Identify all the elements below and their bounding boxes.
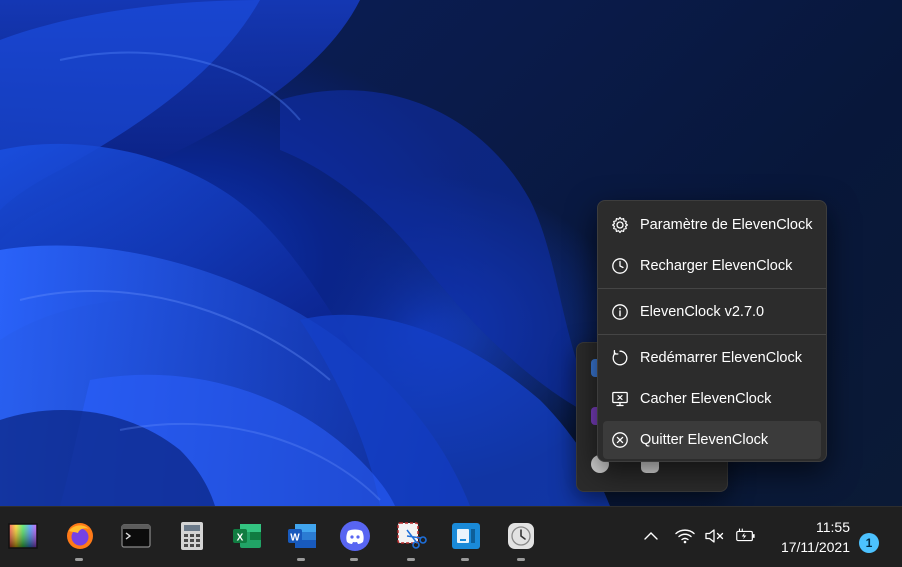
close-circle-icon	[610, 430, 630, 450]
svg-text:X: X	[237, 533, 244, 544]
wifi-icon[interactable]	[674, 525, 696, 547]
word-icon[interactable]: W	[283, 517, 321, 555]
taskbar: X W 11:55 17/11/2021 1	[0, 506, 902, 567]
clock-date: 17/11/2021	[780, 539, 850, 555]
firefox-icon[interactable]	[61, 517, 99, 555]
menu-separator	[598, 334, 826, 335]
discord-icon[interactable]	[336, 517, 374, 555]
menu-item-label: ElevenClock v2.7.0	[640, 304, 765, 320]
menu-item-label: Paramètre de ElevenClock	[640, 217, 813, 233]
mute-icon[interactable]	[704, 525, 726, 547]
desktop-wallpaper: Paramètre de ElevenClock Recharger Eleve…	[0, 0, 902, 506]
notification-badge[interactable]: 1	[859, 533, 879, 553]
hide-screen-icon	[610, 389, 630, 409]
elevenclock-context-menu: Paramètre de ElevenClock Recharger Eleve…	[597, 200, 827, 462]
menu-item-label: Quitter ElevenClock	[640, 432, 769, 448]
menu-item-label: Recharger ElevenClock	[640, 258, 793, 274]
chevron-up-icon[interactable]	[640, 525, 662, 547]
menu-item-hide[interactable]: Cacher ElevenClock	[603, 380, 821, 418]
menu-item-label: Cacher ElevenClock	[640, 391, 772, 407]
app-window-icon[interactable]	[447, 517, 485, 555]
terminal-icon[interactable]	[117, 517, 155, 555]
snipping-tool-icon[interactable]	[392, 517, 430, 555]
menu-separator	[598, 288, 826, 289]
running-indicator	[350, 558, 358, 561]
menu-item-reload[interactable]: Recharger ElevenClock	[603, 247, 821, 285]
running-indicator	[75, 558, 83, 561]
calculator-icon[interactable]	[173, 517, 211, 555]
color-grid-app-icon[interactable]	[4, 517, 42, 555]
menu-item-restart[interactable]: Redémarrer ElevenClock	[603, 339, 821, 377]
menu-item-settings[interactable]: Paramètre de ElevenClock	[603, 206, 821, 244]
battery-charging-icon[interactable]	[734, 525, 756, 547]
taskbar-clock[interactable]: 11:55 17/11/2021	[770, 517, 850, 557]
info-icon	[610, 302, 630, 322]
clock-time: 11:55	[816, 519, 850, 535]
menu-item-label: Redémarrer ElevenClock	[640, 350, 802, 366]
excel-icon[interactable]: X	[228, 517, 266, 555]
restart-icon	[610, 348, 630, 368]
menu-item-quit[interactable]: Quitter ElevenClock	[603, 421, 821, 459]
gear-icon	[610, 215, 630, 235]
elevenclock-icon[interactable]	[502, 517, 540, 555]
svg-text:W: W	[290, 533, 300, 544]
running-indicator	[461, 558, 469, 561]
running-indicator	[517, 558, 525, 561]
running-indicator	[297, 558, 305, 561]
menu-item-version[interactable]: ElevenClock v2.7.0	[603, 293, 821, 331]
clock-icon	[610, 256, 630, 276]
running-indicator	[407, 558, 415, 561]
